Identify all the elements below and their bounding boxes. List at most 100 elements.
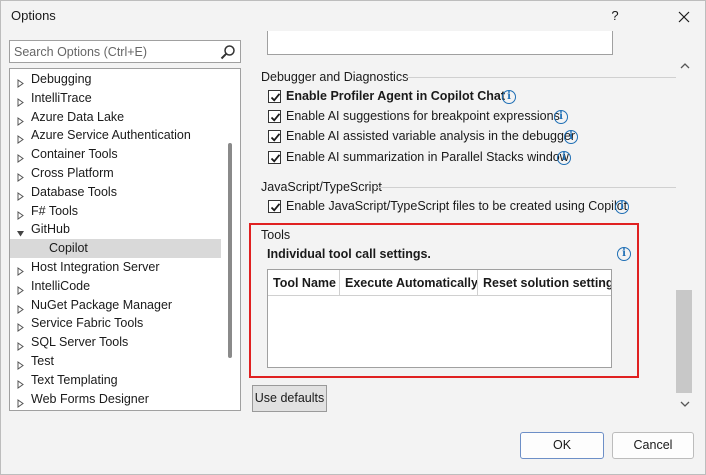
- tree-item-intellicode[interactable]: IntelliCode: [10, 277, 220, 296]
- caret-right-icon[interactable]: [16, 263, 25, 276]
- title-bar: Options ?: [1, 1, 705, 31]
- tree-item-label: Debugging: [31, 72, 92, 86]
- group-title-tools: Tools: [261, 228, 291, 242]
- search-input[interactable]: [14, 43, 214, 60]
- option-label: Enable Profiler Agent in Copilot Chat: [286, 89, 505, 103]
- tree-item-label: Database Tools: [31, 184, 117, 199]
- info-icon[interactable]: i: [557, 151, 571, 165]
- caret-right-icon[interactable]: [16, 376, 25, 389]
- caret-down-icon[interactable]: [16, 225, 25, 237]
- caret-right-icon[interactable]: [16, 188, 25, 201]
- tree-item-copilot[interactable]: Copilot: [10, 239, 221, 258]
- tree-item-label: Copilot: [49, 241, 88, 256]
- cancel-button[interactable]: Cancel: [612, 432, 694, 459]
- tree-item-container-tools[interactable]: Container Tools: [10, 145, 220, 164]
- column-header-tool-name[interactable]: Tool Name: [268, 270, 340, 296]
- tree-item-cross-platform[interactable]: Cross Platform: [10, 164, 220, 183]
- caret-right-icon[interactable]: [16, 357, 25, 370]
- tree-item-github[interactable]: GitHub: [10, 220, 220, 239]
- tree-item-test[interactable]: Test: [10, 352, 220, 371]
- checkbox[interactable]: [268, 151, 281, 164]
- tree-item-label: Test: [31, 354, 54, 368]
- caret-right-icon[interactable]: [16, 282, 25, 295]
- tree-item-azure-service-authentication[interactable]: Azure Service Authentication: [10, 126, 220, 145]
- option-breakpoint-suggestions[interactable]: Enable AI suggestions for breakpoint exp…: [268, 107, 560, 126]
- scroll-up-button[interactable]: [679, 60, 691, 70]
- tree-item-intellitrace[interactable]: IntelliTrace: [10, 89, 220, 108]
- option-js-ts-copilot[interactable]: Enable JavaScript/TypeScript files to be…: [268, 197, 627, 216]
- tree-item-label: IntelliTrace: [31, 90, 92, 105]
- option-label: Enable JavaScript/TypeScript files to be…: [286, 199, 628, 213]
- scrollbar-thumb[interactable]: [676, 290, 692, 393]
- options-dialog: Options ? Debugging IntelliTrace Azure Dat…: [0, 0, 706, 475]
- tree-item-f-tools[interactable]: F# Tools: [10, 202, 220, 221]
- options-tree: Debugging IntelliTrace Azure Data Lake Azur…: [9, 68, 241, 411]
- column-header-reset-solution-setting[interactable]: Reset solution setting: [478, 270, 611, 296]
- tree-item-nuget-package-manager[interactable]: NuGet Package Manager: [10, 296, 220, 315]
- caret-right-icon[interactable]: [16, 131, 25, 145]
- checkbox[interactable]: [268, 110, 281, 123]
- scroll-down-button[interactable]: [679, 398, 691, 408]
- tree-item-label: NuGet Package Manager: [31, 297, 173, 312]
- checkmark-icon: [270, 113, 281, 122]
- group-divider: [377, 187, 676, 188]
- tree-item-label: Cross Platform: [31, 166, 114, 180]
- caret-right-icon[interactable]: [16, 169, 25, 182]
- info-icon[interactable]: i: [502, 90, 516, 104]
- option-profiler-agent[interactable]: Enable Profiler Agent in Copilot Chat: [268, 87, 528, 106]
- caret-right-icon[interactable]: [16, 319, 25, 333]
- info-icon[interactable]: i: [617, 247, 631, 261]
- checkmark-icon: [270, 93, 281, 102]
- help-button[interactable]: ?: [603, 5, 627, 27]
- tree-item-sql-server-tools[interactable]: SQL Server Tools: [10, 333, 220, 352]
- caret-right-icon[interactable]: [16, 395, 25, 408]
- tools-description: Individual tool call settings.: [267, 247, 431, 261]
- tree-item-host-integration-server[interactable]: Host Integration Server: [10, 258, 220, 277]
- info-icon[interactable]: i: [564, 130, 578, 144]
- caret-right-icon[interactable]: [16, 338, 25, 352]
- tree-item-web-forms-designer[interactable]: Web Forms Designer: [10, 390, 220, 409]
- option-label: Enable AI suggestions for breakpoint exp…: [286, 109, 560, 123]
- tree-item-azure-data-lake[interactable]: Azure Data Lake: [10, 108, 220, 127]
- caret-right-icon[interactable]: [16, 207, 25, 220]
- checkbox[interactable]: [268, 200, 281, 213]
- tree-item-label: Web Forms Designer: [31, 391, 149, 406]
- caret-right-icon[interactable]: [16, 94, 25, 107]
- checkmark-icon: [270, 133, 281, 142]
- tree-item-label: IntelliCode: [31, 278, 91, 293]
- previous-setting-box: [267, 31, 613, 55]
- search-button[interactable]: [220, 44, 236, 60]
- tools-table: Tool Name Execute Automatically Reset so…: [267, 269, 612, 368]
- tree-scrollbar-thumb[interactable]: [228, 143, 232, 358]
- caret-right-icon[interactable]: [16, 75, 25, 88]
- tree-item-service-fabric-tools[interactable]: Service Fabric Tools: [10, 314, 220, 333]
- column-header-execute-automatically[interactable]: Execute Automatically: [340, 270, 478, 296]
- option-parallel-stacks-summary[interactable]: Enable AI summarization in Parallel Stac…: [268, 148, 569, 167]
- option-variable-analysis[interactable]: Enable AI assisted variable analysis in …: [268, 127, 575, 146]
- ok-button[interactable]: OK: [520, 432, 604, 459]
- option-label: Enable AI assisted variable analysis in …: [286, 129, 576, 143]
- tree-item-label: Host Integration Server: [31, 260, 160, 274]
- checkmark-icon: [270, 154, 281, 163]
- use-defaults-button[interactable]: Use defaults: [252, 385, 327, 412]
- caret-right-icon[interactable]: [16, 150, 25, 164]
- checkmark-icon: [270, 203, 281, 212]
- option-label: Enable AI summarization in Parallel Stac…: [286, 150, 569, 164]
- tree-item-label: Azure Service Authentication: [31, 128, 191, 143]
- caret-right-icon[interactable]: [16, 113, 25, 126]
- caret-right-icon[interactable]: [16, 301, 25, 314]
- tree-item-database-tools[interactable]: Database Tools: [10, 183, 220, 202]
- tree-item-debugging[interactable]: Debugging: [10, 70, 220, 89]
- checkbox[interactable]: [268, 90, 281, 103]
- chevron-up-icon: [680, 63, 690, 69]
- info-icon[interactable]: i: [615, 200, 629, 214]
- checkbox[interactable]: [268, 130, 281, 143]
- group-title-javascript: JavaScript/TypeScript: [261, 180, 382, 194]
- tree-item-text-templating[interactable]: Text Templating: [10, 371, 220, 390]
- close-button[interactable]: [669, 5, 699, 27]
- group-title-debugger: Debugger and Diagnostics: [261, 70, 409, 84]
- tree-item-label: GitHub: [31, 222, 70, 237]
- tree-item-label: SQL Server Tools: [31, 335, 129, 350]
- info-icon[interactable]: i: [554, 110, 568, 124]
- tree-item-label: Service Fabric Tools: [31, 316, 144, 331]
